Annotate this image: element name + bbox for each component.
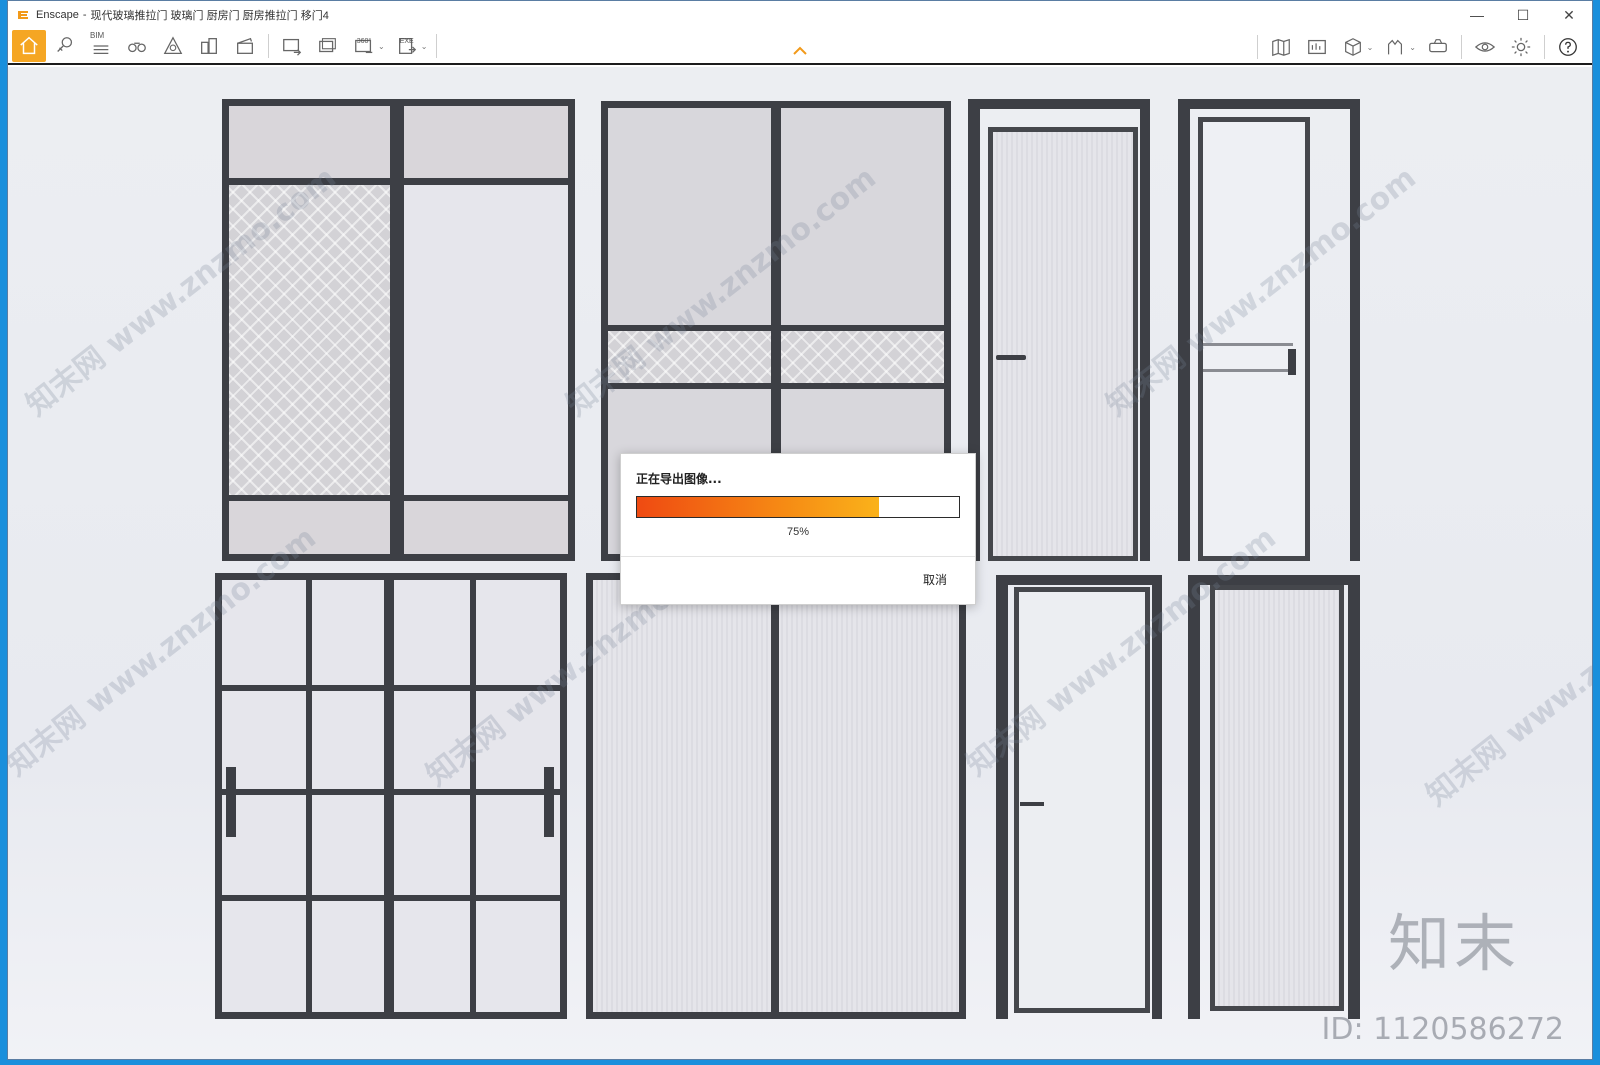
cube-button[interactable]: [1336, 31, 1370, 63]
panorama-button[interactable]: 360°: [347, 30, 381, 62]
brand-logo-text: 知末: [1387, 907, 1520, 980]
vr-headset-icon: [1429, 39, 1447, 53]
home-button[interactable]: [12, 30, 46, 62]
asset-library-button[interactable]: [48, 30, 82, 62]
toolbar-divider: [1256, 35, 1258, 59]
help-button[interactable]: [1551, 31, 1585, 63]
material-editor-icon: [163, 36, 183, 54]
visual-settings-button[interactable]: [1468, 31, 1502, 63]
asset-library-icon: [57, 37, 73, 52]
maximize-button[interactable]: ☐: [1500, 1, 1546, 29]
toolbar-divider: [1544, 35, 1545, 59]
toolbar-divider: [268, 34, 269, 58]
minimize-button[interactable]: —: [1454, 1, 1500, 29]
export-progress-dialog: 正在导出图像... 75% 取消: [620, 453, 976, 605]
buildings-button[interactable]: [192, 30, 226, 62]
export-exe-label: EXE: [399, 38, 414, 45]
vr-headset-button[interactable]: [1421, 31, 1455, 63]
vr-people-icon: [1388, 39, 1403, 55]
dialog-title: 正在导出图像...: [636, 472, 722, 486]
toolbar-divider: [1461, 35, 1462, 59]
video-editor-icon: [237, 37, 253, 54]
buildings-icon: [201, 38, 217, 54]
binoculars-icon: [128, 42, 146, 53]
batch-render-icon: [319, 38, 336, 53]
window-controls: — ☐ ✕: [1454, 1, 1592, 29]
material-editor-button[interactable]: [156, 30, 190, 62]
toolbar-divider: [436, 34, 438, 58]
views-button[interactable]: [1300, 31, 1334, 63]
export-exe-button[interactable]: EXE: [390, 30, 424, 62]
settings-button[interactable]: [1504, 31, 1538, 63]
progress-percent: 75%: [786, 526, 810, 538]
bim-label: BIM: [90, 31, 105, 40]
batch-render-button[interactable]: [311, 30, 345, 62]
cancel-button[interactable]: 取消: [923, 571, 947, 588]
panorama-label: 360°: [356, 38, 372, 45]
vr-people-button[interactable]: [1378, 31, 1412, 63]
document-title: 现代玻璃推拉门 玻璃门 厨房门 厨房推拉门 移门4: [90, 10, 329, 22]
home-icon: [20, 36, 38, 55]
collapse-toolbar-arrow-icon[interactable]: [791, 45, 809, 57]
screenshot-icon: [283, 38, 302, 56]
watermark-text: 知末网 www.znzmo.com: [1419, 550, 1592, 814]
app-name: Enscape: [36, 9, 79, 21]
close-button[interactable]: ✕: [1546, 1, 1592, 29]
dialog-divider: [621, 556, 975, 557]
map-icon: [1271, 38, 1290, 57]
walk-mode-button[interactable]: [120, 30, 154, 62]
title-separator: -: [82, 9, 87, 21]
brand-id-text: ID: 1120586272: [1321, 1012, 1564, 1047]
enscape-window: Enscape - 现代玻璃推拉门 玻璃门 厨房门 厨房推拉门 移门4 — ☐ …: [7, 0, 1593, 1060]
progress-bar: [636, 496, 960, 518]
screenshot-button[interactable]: [275, 30, 309, 62]
enscape-logo-icon: [16, 8, 30, 22]
video-editor-button[interactable]: [228, 30, 262, 62]
views-icon: [1307, 39, 1326, 55]
map-button[interactable]: [1264, 31, 1298, 63]
help-icon: [1559, 38, 1577, 56]
settings-gear-icon: [1511, 37, 1531, 57]
title-bar: Enscape - 现代玻璃推拉门 玻璃门 厨房门 厨房推拉门 移门4 — ☐ …: [8, 1, 1592, 29]
cube-icon: [1344, 38, 1361, 56]
toolbar-right-group: ⌄ ⌄: [1252, 29, 1586, 65]
progress-bar-fill: [637, 497, 879, 517]
visual-settings-icon: [1474, 42, 1496, 52]
bim-button[interactable]: BIM: [84, 30, 118, 62]
